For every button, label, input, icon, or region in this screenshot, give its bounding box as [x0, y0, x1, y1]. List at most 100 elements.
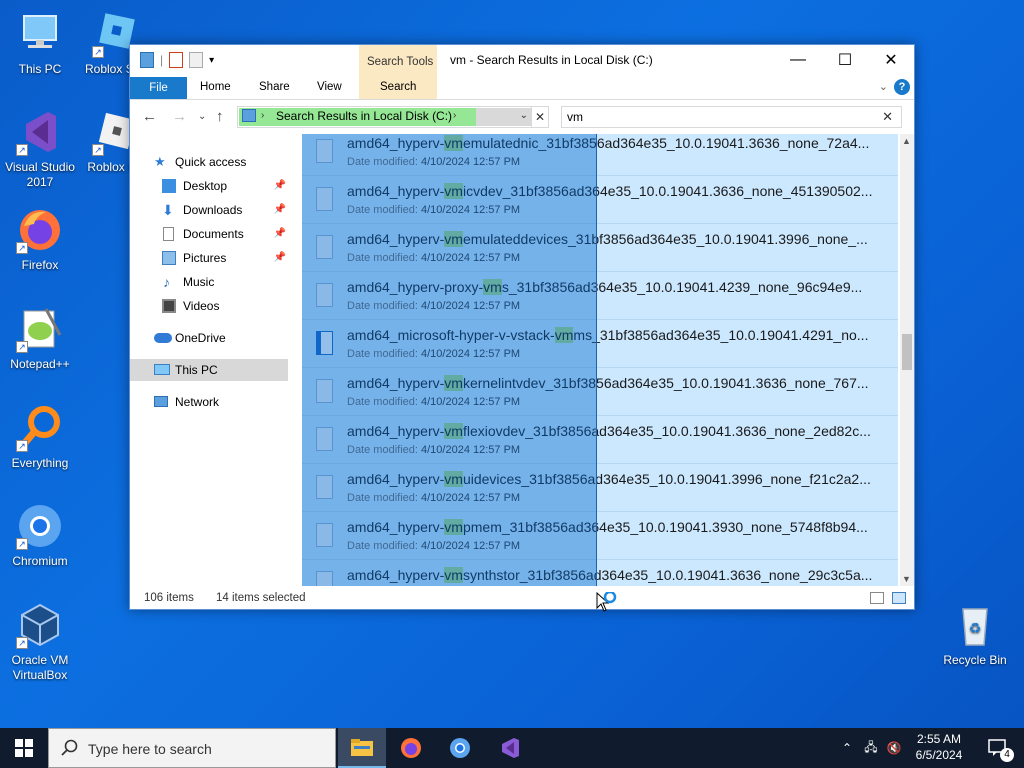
everything-search-icon: ↗ — [16, 404, 64, 452]
pin-icon[interactable]: 📌 — [274, 223, 286, 245]
action-center-button[interactable]: 4 — [978, 728, 1018, 768]
search-input[interactable]: vm ✕ — [561, 106, 902, 128]
back-arrow-icon[interactable]: ← — [142, 108, 157, 125]
network-icon — [154, 396, 168, 407]
nav-item-music[interactable]: ♪ Music — [130, 271, 288, 293]
minimize-button[interactable]: — — [775, 45, 821, 75]
properties-icon[interactable] — [169, 52, 184, 68]
ribbon-tabs: File Home Share View Search ⌄ ? — [130, 77, 914, 100]
chromium-icon: ↗ — [16, 502, 64, 550]
desktop-icon-label: Notepad++ — [10, 357, 70, 371]
arrow-cursor-icon — [596, 592, 617, 612]
tab-share[interactable]: Share — [259, 81, 290, 93]
nav-item-pictures[interactable]: Pictures 📌 — [130, 247, 288, 269]
show-hidden-icons-chevron-icon[interactable]: ⌃ — [838, 728, 856, 768]
taskbar-chromium[interactable] — [436, 728, 484, 768]
recent-locations-chevron-icon[interactable]: ⌄ — [198, 111, 206, 122]
nav-item-desktop[interactable]: Desktop 📌 — [130, 175, 288, 197]
pin-icon[interactable]: 📌 — [274, 199, 286, 221]
desktop-icon-recycle-bin[interactable]: ♻ Recycle Bin — [935, 601, 1015, 668]
shortcut-arrow-icon: ↗ — [16, 144, 28, 156]
scrollbar-thumb[interactable] — [902, 334, 912, 370]
nav-item-quick-access[interactable]: ★ Quick access — [130, 151, 288, 173]
chevron-down-icon[interactable]: ⌄ — [879, 80, 888, 93]
firefox-icon: ↗ — [16, 206, 64, 254]
result-name-suffix: ms_31bf3856ad364e35_10.0.19041.4291_no..… — [573, 327, 869, 343]
pin-icon[interactable]: 📌 — [274, 247, 286, 269]
help-icon[interactable]: ? — [894, 79, 910, 95]
quick-access-toolbar: | ▾ — [140, 52, 214, 68]
notification-count-badge: 4 — [1000, 748, 1014, 762]
address-row: ← → ⌄ ↑ › Search Results in Local Disk (… — [130, 102, 914, 132]
tab-file[interactable]: File — [130, 77, 187, 99]
star-icon: ★ — [154, 154, 166, 169]
chevron-down-icon[interactable]: ⌄ — [520, 110, 528, 121]
close-button[interactable]: ✕ — [868, 45, 914, 75]
nav-label: This PC — [175, 363, 218, 377]
shortcut-arrow-icon: ↗ — [16, 440, 28, 452]
large-icons-view-icon[interactable] — [892, 592, 906, 604]
tab-view[interactable]: View — [317, 81, 342, 93]
customize-toolbar-icon[interactable]: ▾ — [209, 55, 214, 66]
taskbar-clock[interactable]: 2:55 AM 6/5/2024 — [900, 731, 978, 763]
notepadpp-icon: ↗ — [16, 305, 64, 353]
desktop-icon-visual-studio[interactable]: ↗ Visual Studio 2017 — [0, 108, 80, 190]
document-icon — [163, 227, 174, 241]
vertical-scrollbar[interactable]: ▲ ▼ — [900, 134, 914, 586]
close-icon[interactable]: ✕ — [531, 106, 549, 128]
nav-item-downloads[interactable]: ⬇ Downloads 📌 — [130, 199, 288, 221]
desktop-icon-label: Firefox — [21, 258, 59, 272]
taskbar-visual-studio[interactable] — [486, 728, 534, 768]
folder-icon — [140, 52, 154, 68]
film-icon — [162, 299, 176, 313]
search-icon — [61, 739, 78, 756]
forward-arrow-icon[interactable]: → — [172, 108, 187, 125]
up-arrow-icon[interactable]: ↑ — [216, 108, 224, 125]
computer-icon — [154, 364, 170, 375]
clock-time: 2:55 AM — [916, 732, 962, 746]
nav-label: Pictures — [183, 251, 227, 265]
windows-logo-icon — [15, 739, 33, 757]
desktop-icon-label: This PC — [18, 62, 62, 76]
taskbar-search-box[interactable]: Type here to search — [48, 728, 336, 768]
nav-item-videos[interactable]: Videos — [130, 295, 288, 317]
desktop-icon-virtualbox[interactable]: ↗ Oracle VM VirtualBox — [0, 601, 80, 683]
search-results-list[interactable]: amd64_hyperv-vmemulatednic_31bf3856ad364… — [302, 134, 898, 586]
maximize-button[interactable]: ☐ — [822, 45, 868, 75]
clear-search-icon[interactable]: ✕ — [882, 109, 893, 125]
pin-icon[interactable]: 📌 — [274, 175, 286, 197]
scroll-down-icon[interactable]: ▼ — [902, 574, 911, 584]
nav-label: OneDrive — [175, 331, 226, 345]
desktop-icon-chromium[interactable]: ↗ Chromium — [0, 502, 80, 569]
new-folder-icon[interactable] — [189, 52, 204, 68]
firefox-icon — [401, 738, 421, 758]
taskbar-firefox[interactable] — [387, 728, 435, 768]
desktop-icon-firefox[interactable]: ↗ Firefox — [0, 206, 80, 273]
address-bar[interactable]: › Search Results in Local Disk (C:) › ⌄ … — [237, 106, 549, 128]
nav-item-this-pc[interactable]: This PC — [130, 359, 288, 381]
shortcut-arrow-icon: ↗ — [16, 242, 28, 254]
tab-home[interactable]: Home — [200, 81, 231, 93]
nav-item-documents[interactable]: Documents 📌 — [130, 223, 288, 245]
nav-item-network[interactable]: Network — [130, 391, 288, 413]
recycle-bin-icon: ♻ — [951, 601, 999, 649]
shortcut-arrow-icon: ↗ — [16, 538, 28, 550]
tab-search[interactable]: Search — [380, 81, 416, 93]
desktop-icon-everything[interactable]: ↗ Everything — [0, 404, 80, 471]
music-note-icon: ♪ — [163, 274, 170, 290]
network-status-icon[interactable]: 🖧 — [860, 728, 882, 768]
desktop-icon-this-pc[interactable]: This PC — [0, 10, 80, 77]
start-button[interactable] — [0, 728, 48, 768]
nav-item-onedrive[interactable]: OneDrive — [130, 327, 288, 349]
chevron-right-icon[interactable]: › — [453, 110, 456, 121]
scroll-up-icon[interactable]: ▲ — [902, 136, 911, 146]
cloud-icon — [154, 333, 172, 343]
desktop-icon-notepadpp[interactable]: ↗ Notepad++ — [0, 305, 80, 372]
details-view-icon[interactable] — [870, 592, 884, 604]
desktop-icon-label: Oracle VM VirtualBox — [11, 653, 69, 682]
virtualbox-icon: ↗ — [16, 601, 64, 649]
taskbar-file-explorer[interactable] — [338, 728, 386, 768]
picture-icon — [162, 251, 176, 265]
shortcut-arrow-icon: ↗ — [16, 637, 28, 649]
nav-label: Music — [183, 275, 215, 289]
